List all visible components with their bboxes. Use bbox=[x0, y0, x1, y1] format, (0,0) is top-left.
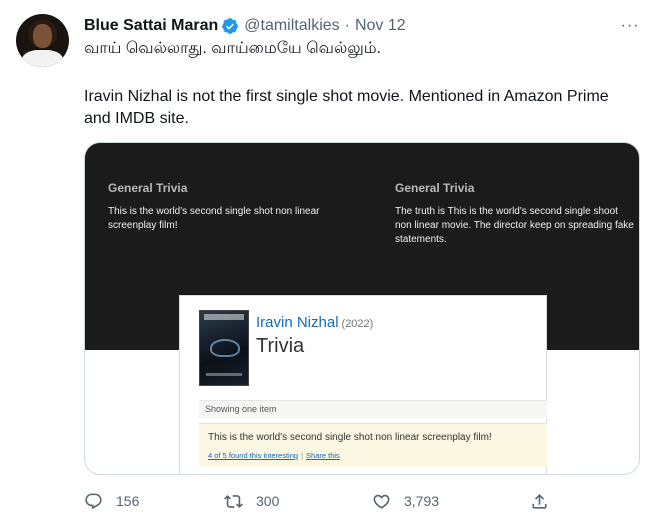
right-trivia-block: General Trivia The truth is This is the … bbox=[395, 181, 635, 247]
trivia-item-text: This is the world's second single shot n… bbox=[208, 432, 492, 443]
reply-count: 156 bbox=[116, 493, 140, 509]
tweet-date[interactable]: Nov 12 bbox=[355, 17, 406, 35]
like-button[interactable]: 3,793 bbox=[372, 487, 439, 515]
movie-title-link: Iravin Nizhal bbox=[256, 314, 339, 331]
imdb-trivia-card: Iravin Nizhal (2022) Trivia Showing one i… bbox=[179, 295, 547, 474]
poster-top-strip bbox=[204, 314, 244, 320]
tweet-header: Blue Sattai Maran @tamiltalkies · Nov 12 bbox=[84, 15, 406, 37]
tweet-text-line-1: Iravin Nizhal is not the first single sh… bbox=[84, 88, 609, 105]
trivia-item-links: 4 of 5 found this interesting | Share this bbox=[208, 451, 340, 460]
header-separator: · bbox=[344, 17, 350, 34]
share-button[interactable] bbox=[530, 487, 549, 515]
right-trivia-body: The truth is This is the world's second … bbox=[395, 206, 634, 245]
share-icon bbox=[532, 493, 547, 509]
tweet-media-image[interactable]: General Trivia This is the world's secon… bbox=[84, 142, 640, 475]
left-trivia-title: General Trivia bbox=[108, 181, 188, 195]
tweet-actions: 156 300 3,793 bbox=[84, 487, 640, 515]
movie-poster bbox=[199, 310, 249, 386]
tweet[interactable]: Blue Sattai Maran @tamiltalkies · Nov 12… bbox=[0, 0, 656, 527]
link-separator: | bbox=[301, 451, 304, 460]
left-trivia-body: This is the world's second single shot n… bbox=[108, 206, 320, 231]
poster-bottom-strip bbox=[206, 373, 242, 376]
author-handle[interactable]: @tamiltalkies bbox=[244, 17, 339, 35]
poster-artwork bbox=[210, 339, 240, 357]
avatar[interactable] bbox=[16, 14, 69, 67]
trivia-item: This is the world's second single shot n… bbox=[199, 423, 547, 467]
showing-count: Showing one item bbox=[199, 400, 547, 418]
right-trivia-title: General Trivia bbox=[395, 181, 475, 195]
retweet-icon bbox=[224, 494, 243, 508]
movie-title: Iravin Nizhal (2022) bbox=[256, 314, 373, 331]
avatar-face bbox=[33, 24, 52, 48]
retweet-count: 300 bbox=[256, 493, 280, 509]
like-count: 3,793 bbox=[404, 493, 440, 509]
heart-icon bbox=[373, 494, 390, 509]
more-options-icon[interactable]: ··· bbox=[620, 16, 640, 36]
reply-icon bbox=[85, 493, 102, 509]
author-name[interactable]: Blue Sattai Maran bbox=[84, 17, 218, 35]
movie-year: (2022) bbox=[341, 318, 374, 330]
tweet-text-tamil: வாய் வெல்லாது. வாய்மையே வெல்லும். bbox=[84, 40, 382, 57]
retweet-button[interactable]: 300 bbox=[224, 487, 279, 515]
trivia-heading: Trivia bbox=[256, 335, 305, 357]
reply-button[interactable]: 156 bbox=[84, 487, 139, 515]
avatar-shirt bbox=[22, 50, 63, 67]
share-this-link: Share this bbox=[306, 451, 340, 460]
interesting-link: 4 of 5 found this interesting bbox=[208, 451, 299, 460]
tweet-text-line-2: and IMDB site. bbox=[84, 110, 189, 127]
verified-badge-icon bbox=[221, 17, 239, 35]
left-trivia-block: General Trivia This is the world's secon… bbox=[108, 181, 348, 233]
